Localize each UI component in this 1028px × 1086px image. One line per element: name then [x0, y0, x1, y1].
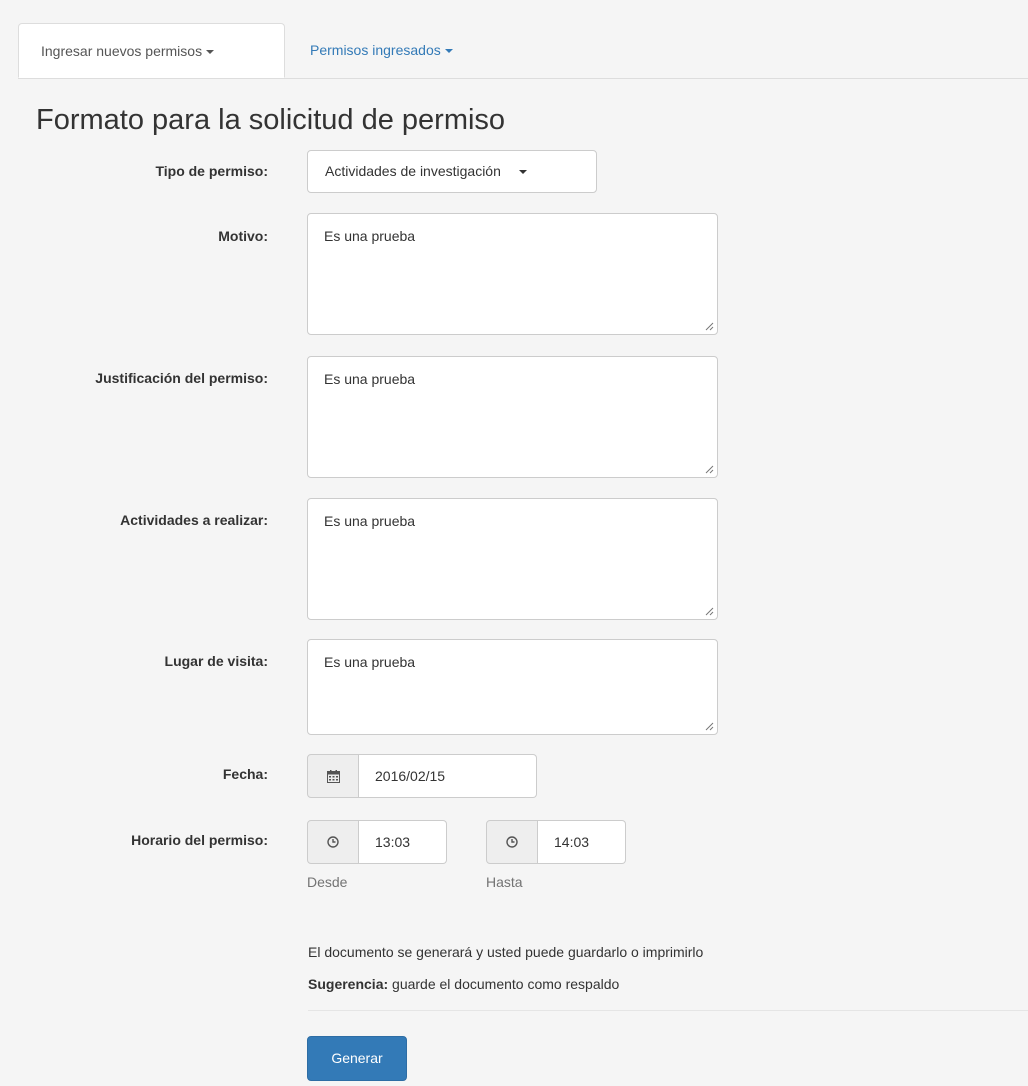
justificacion-label: Justificación del permiso: — [95, 370, 268, 386]
lugar-label: Lugar de visita: — [164, 653, 268, 669]
fecha-input-group: 2016/02/15 — [307, 754, 537, 798]
hasta-input[interactable]: 14:03 — [538, 820, 626, 864]
divider — [308, 1010, 1028, 1011]
hasta-input-group: 14:03 — [486, 820, 626, 864]
desde-help: Desde — [307, 874, 348, 890]
actividades-label: Actividades a realizar: — [120, 512, 268, 528]
tab-ingresar-nuevos-permisos[interactable]: Ingresar nuevos permisos — [18, 23, 285, 78]
desde-input-group: 13:03 — [307, 820, 447, 864]
calendar-icon[interactable] — [307, 754, 359, 798]
hasta-help: Hasta — [486, 874, 523, 890]
actividades-value: Es una prueba — [324, 513, 416, 529]
caret-down-icon — [206, 50, 215, 55]
clock-icon[interactable] — [486, 820, 538, 864]
nav-tabs: Ingresar nuevos permisos Permisos ingres… — [18, 0, 1028, 79]
horario-label: Horario del permiso: — [131, 832, 268, 848]
lugar-textarea[interactable]: Es una prueba — [307, 639, 718, 735]
motivo-value: Es una prueba — [324, 228, 416, 244]
desde-input[interactable]: 13:03 — [359, 820, 447, 864]
info-text: El documento se generará y usted puede g… — [308, 944, 704, 960]
sugerencia-value: guarde el documento como respaldo — [388, 976, 620, 992]
clock-icon[interactable] — [307, 820, 359, 864]
actividades-textarea[interactable]: Es una prueba — [307, 498, 718, 620]
justificacion-textarea[interactable]: Es una prueba — [307, 356, 718, 478]
tab-label: Permisos ingresados — [310, 42, 441, 58]
sugerencia-label: Sugerencia: — [308, 976, 389, 992]
motivo-textarea[interactable]: Es una prueba — [307, 213, 718, 335]
tipo-permiso-dropdown[interactable]: Actividades de investigación — [307, 150, 597, 193]
lugar-value: Es una prueba — [324, 654, 416, 670]
tipo-permiso-value: Actividades de investigación — [325, 163, 501, 179]
tab-label: Ingresar nuevos permisos — [41, 43, 203, 59]
caret-down-icon — [444, 49, 453, 54]
resize-handle-icon[interactable] — [704, 721, 714, 731]
resize-handle-icon[interactable] — [704, 464, 714, 474]
generar-button[interactable]: Generar — [307, 1036, 407, 1081]
fecha-label: Fecha: — [222, 766, 268, 782]
resize-handle-icon[interactable] — [704, 606, 714, 616]
tab-permisos-ingresados[interactable]: Permisos ingresados — [310, 23, 453, 78]
justificacion-value: Es una prueba — [324, 371, 416, 387]
page-title: Formato para la solicitud de permiso — [36, 104, 506, 136]
resize-handle-icon[interactable] — [704, 321, 714, 331]
sugerencia-text: Sugerencia: guarde el documento como res… — [308, 976, 619, 992]
tipo-permiso-label: Tipo de permiso: — [155, 163, 268, 179]
fecha-input[interactable]: 2016/02/15 — [359, 754, 537, 798]
caret-down-icon — [518, 170, 527, 175]
motivo-label: Motivo: — [218, 228, 268, 244]
